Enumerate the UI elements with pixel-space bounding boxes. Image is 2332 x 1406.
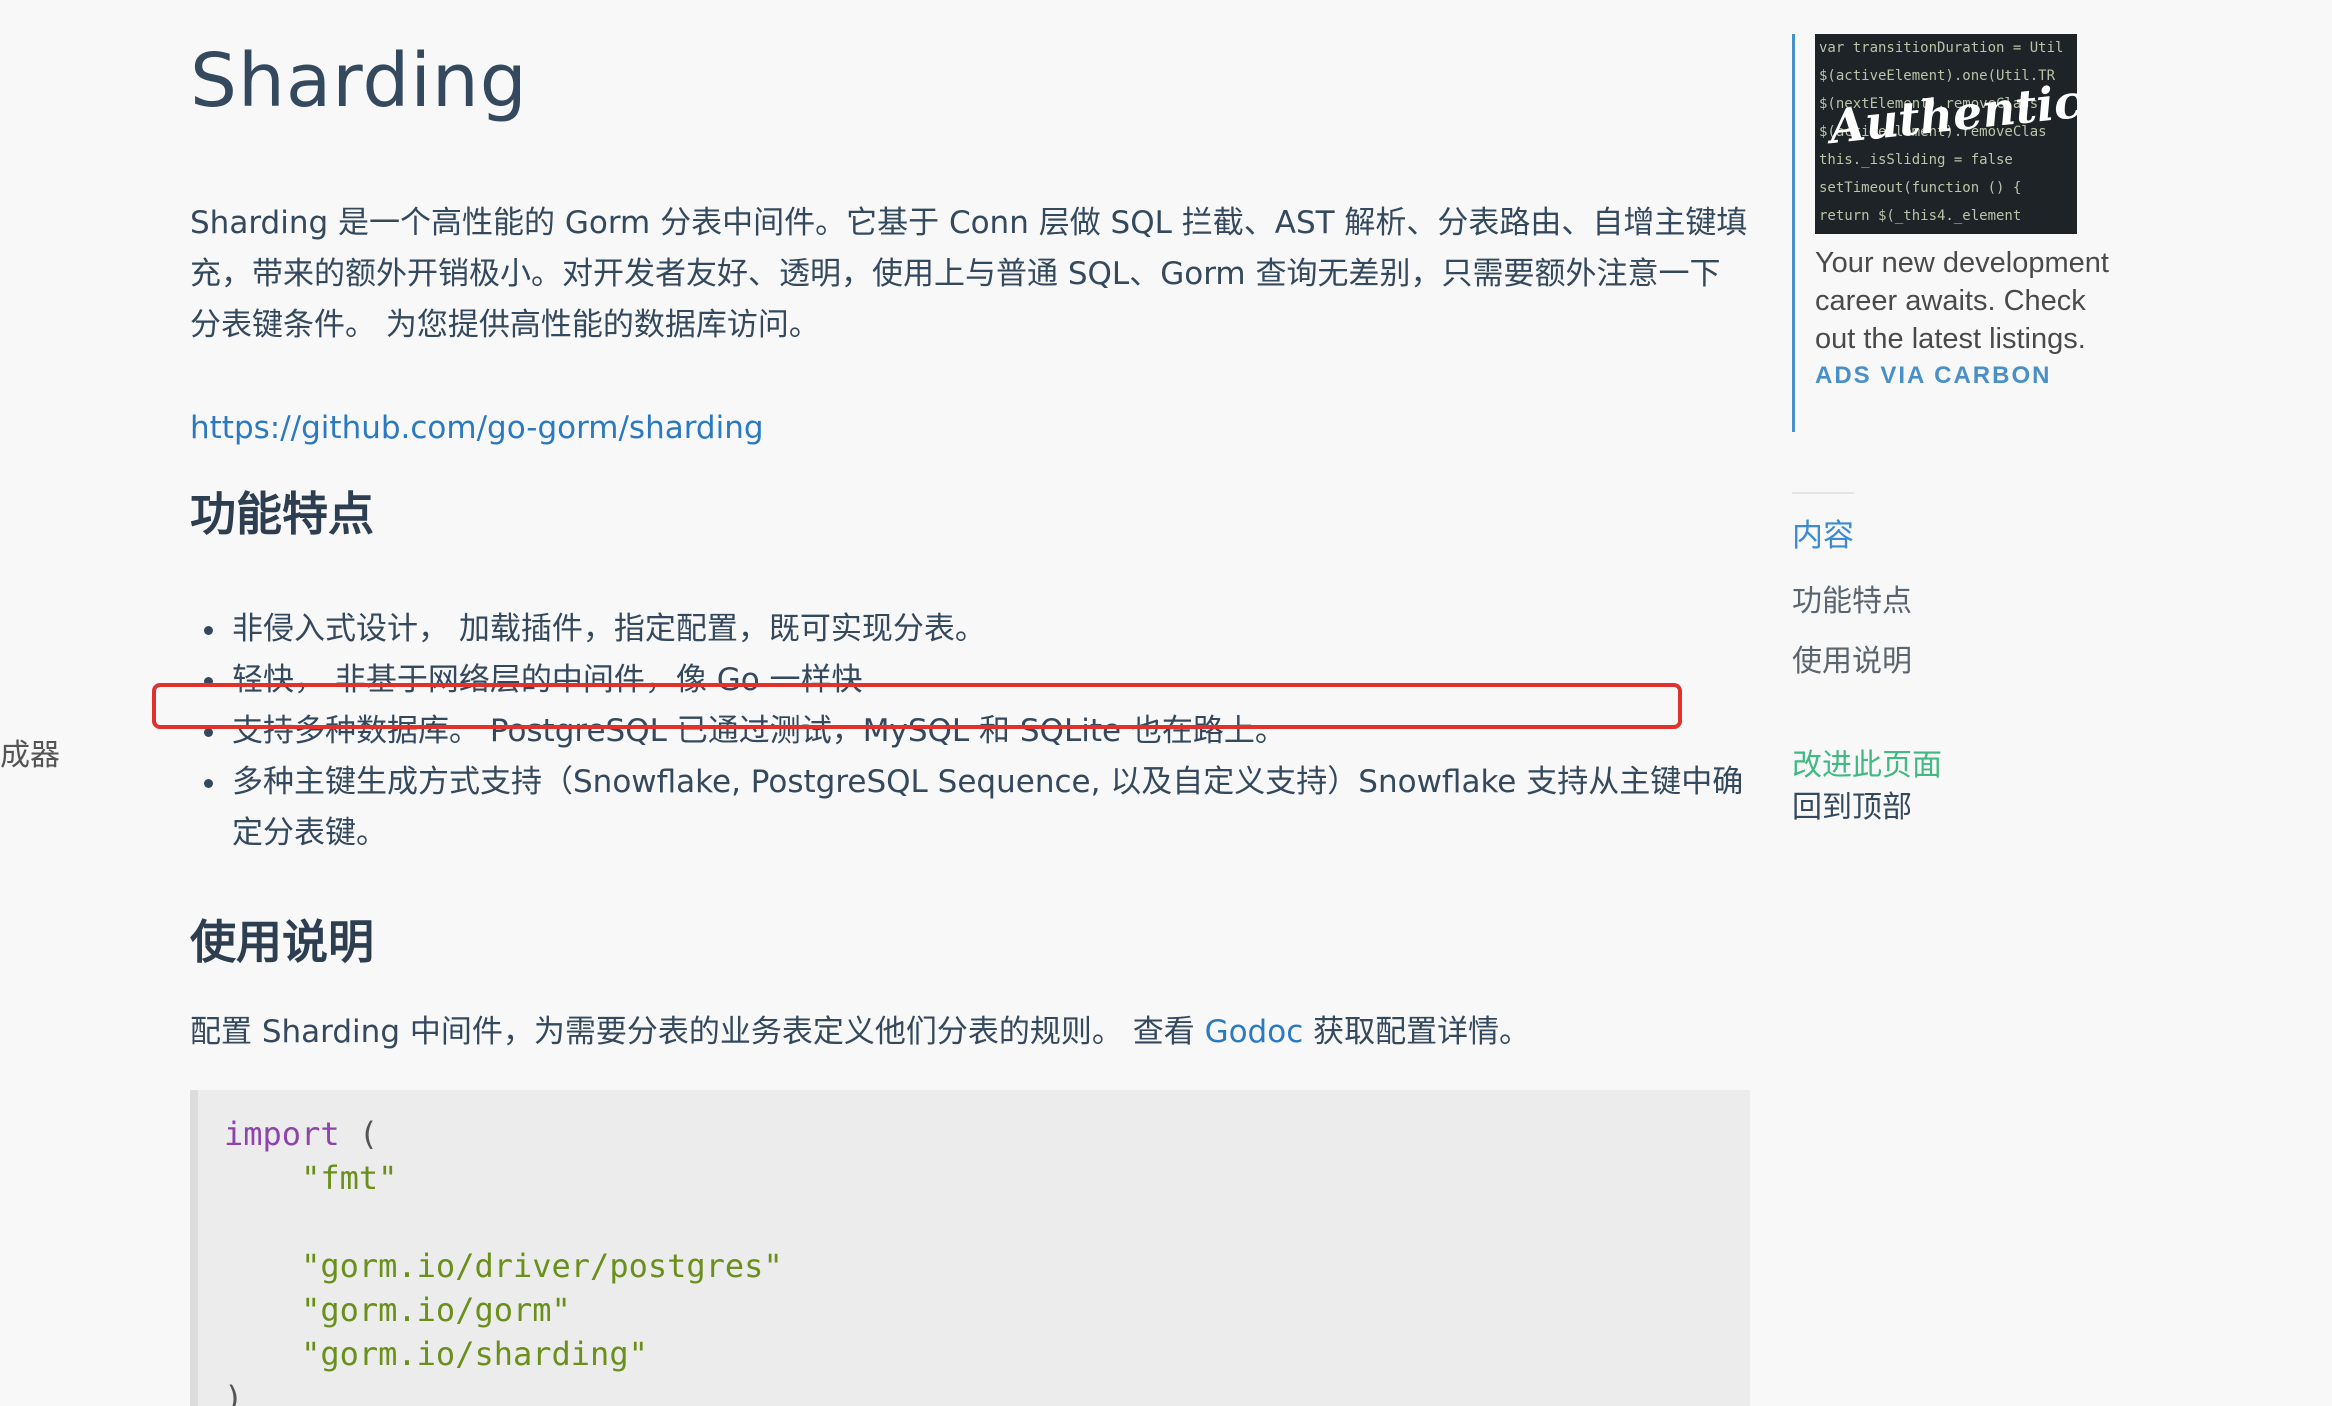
code-keyword: import bbox=[224, 1115, 340, 1153]
code-line: "gorm.io/gorm" bbox=[224, 1288, 1750, 1332]
intro-paragraph: Sharding 是一个高性能的 Gorm 分表中间件。它基于 Conn 层做 … bbox=[190, 205, 1748, 343]
feature-item: 多种主键生成方式支持（Snowflake, PostgreSQL Sequenc… bbox=[190, 757, 1750, 859]
usage-paragraph: 配置 Sharding 中间件，为需要分表的业务表定义他们分表的规则。 查看 G… bbox=[190, 1006, 1530, 1051]
ad-image-code-line: return $(_this4._element bbox=[1819, 208, 2022, 224]
usage-text-suffix: 获取配置详情。 bbox=[1303, 1014, 1531, 1050]
ads-via-carbon-link[interactable]: ADS VIA CARBON bbox=[1815, 362, 2051, 390]
toc-item-features[interactable]: 功能特点 bbox=[1792, 576, 1912, 620]
sidebar-fragment-label[interactable]: 成器 bbox=[0, 730, 60, 774]
code-string: "fmt" bbox=[301, 1159, 398, 1197]
code-paren-open: ( bbox=[339, 1115, 379, 1153]
code-string: "gorm.io/gorm" bbox=[301, 1291, 571, 1329]
features-heading: 功能特点 bbox=[190, 487, 374, 541]
edit-page-link[interactable]: 改进此页面 bbox=[1792, 740, 1942, 784]
code-line: "gorm.io/driver/postgres" bbox=[224, 1244, 1750, 1288]
code-line: ) bbox=[224, 1376, 1750, 1406]
code-string: "gorm.io/sharding" bbox=[301, 1335, 648, 1373]
code-block: import ( "fmt" "gorm.io/driver/postgres"… bbox=[190, 1090, 1750, 1406]
repo-link[interactable]: https://github.com/go-gorm/sharding bbox=[190, 410, 764, 446]
carbon-ad[interactable]: var transitionDuration = Util $(activeEl… bbox=[1792, 34, 2112, 432]
usage-text-prefix: 配置 Sharding 中间件，为需要分表的业务表定义他们分表的规则。 查看 bbox=[190, 1014, 1205, 1050]
code-line: "fmt" bbox=[224, 1156, 1750, 1200]
code-string: "gorm.io/driver/postgres" bbox=[301, 1247, 783, 1285]
usage-heading: 使用说明 bbox=[190, 915, 374, 969]
back-to-top-link[interactable]: 回到顶部 bbox=[1792, 782, 1912, 826]
ad-image[interactable]: var transitionDuration = Util $(activeEl… bbox=[1815, 34, 2077, 234]
ad-image-code-line: setTimeout(function () { bbox=[1819, 180, 2022, 196]
feature-item: 非侵入式设计， 加载插件，指定配置，既可实现分表。 bbox=[190, 604, 1750, 655]
code-paren-close: ) bbox=[224, 1379, 244, 1406]
ad-image-code-line: var transitionDuration = Util bbox=[1819, 40, 2064, 56]
code-line: "gorm.io/sharding" bbox=[224, 1332, 1750, 1376]
ad-text[interactable]: Your new development career awaits. Chec… bbox=[1815, 244, 2112, 358]
toc-divider bbox=[1792, 492, 1854, 494]
godoc-link[interactable]: Godoc bbox=[1205, 1014, 1304, 1050]
code-line: import ( bbox=[224, 1112, 1750, 1156]
toc-title: 内容 bbox=[1792, 518, 1854, 554]
feature-list: 非侵入式设计， 加载插件，指定配置，既可实现分表。 轻快， 非基于网络层的中间件… bbox=[190, 604, 1750, 859]
toc-item-usage[interactable]: 使用说明 bbox=[1792, 636, 1912, 680]
highlight-annotation bbox=[152, 683, 1682, 729]
page-title: Sharding bbox=[190, 38, 528, 124]
